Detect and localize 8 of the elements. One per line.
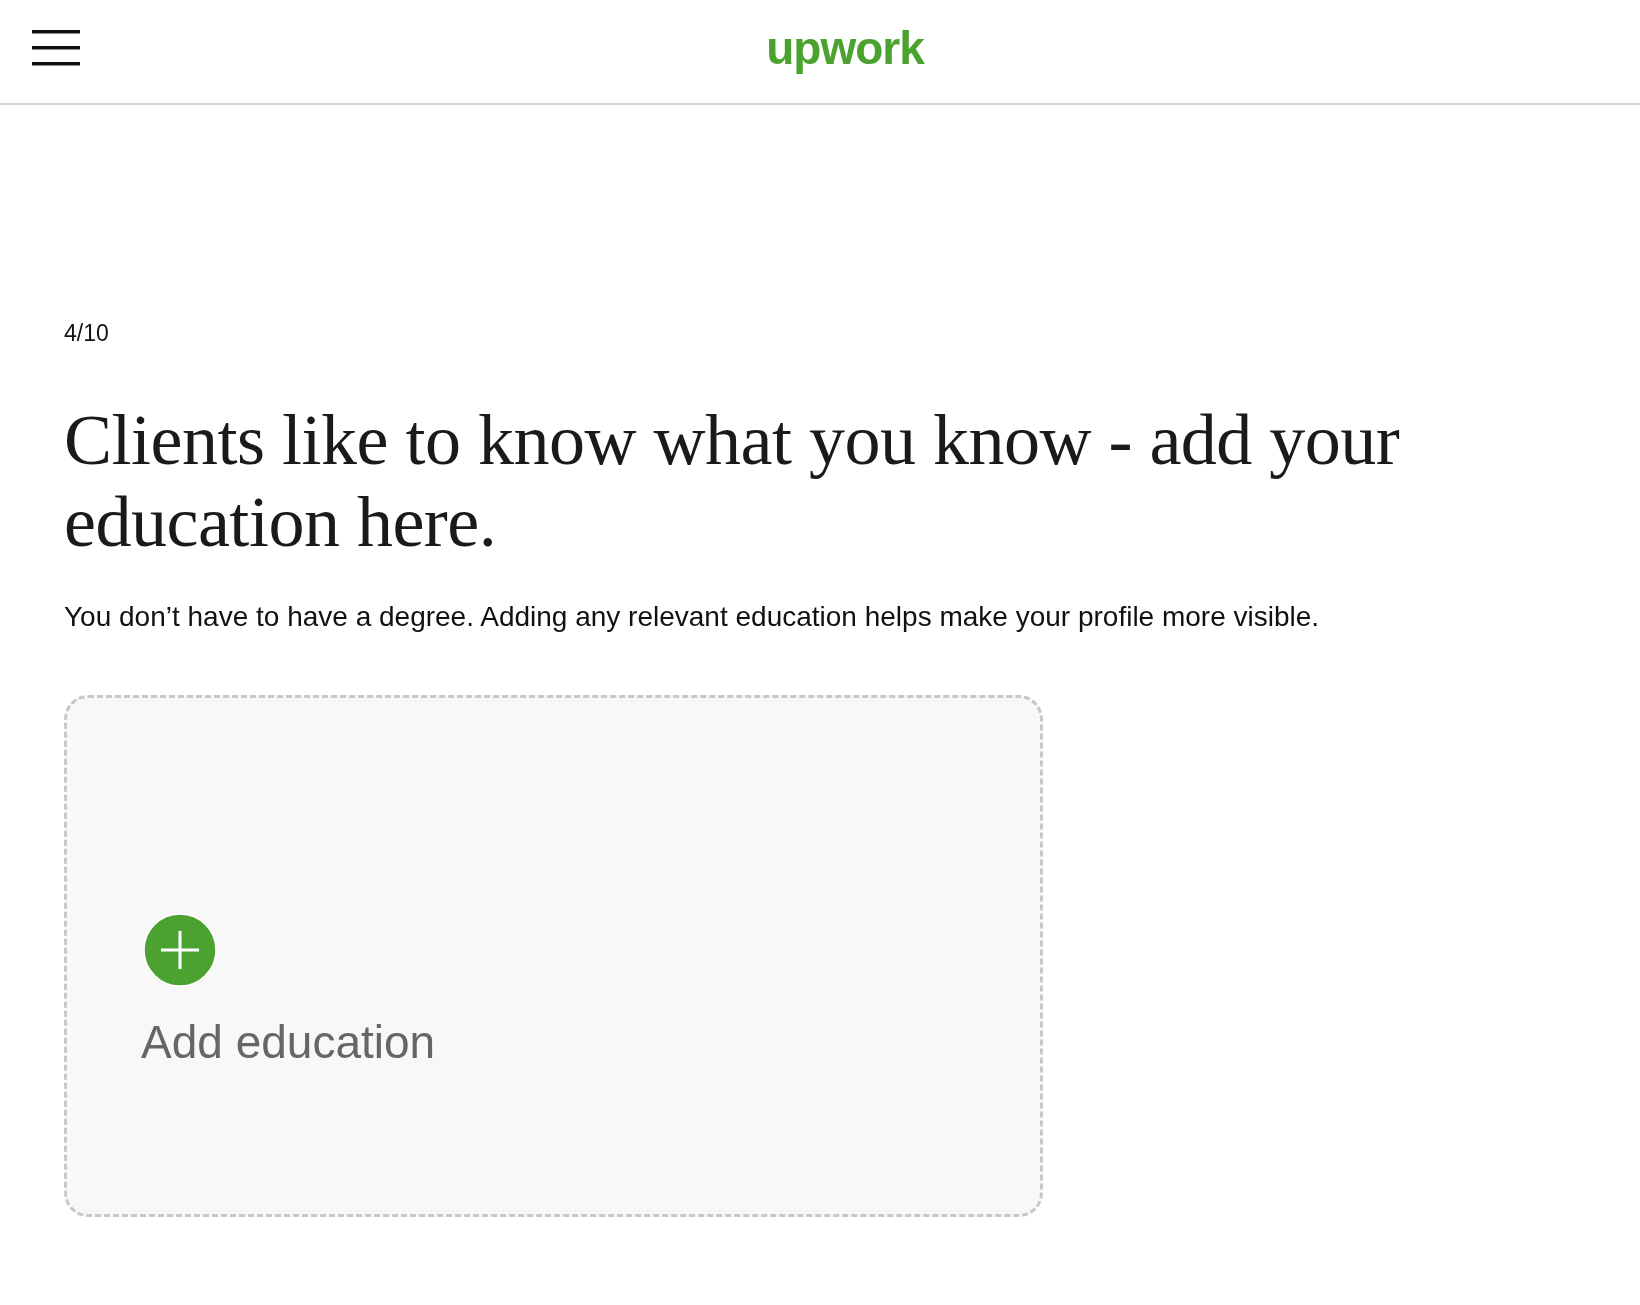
add-icon[interactable] — [143, 913, 217, 987]
menu-icon[interactable] — [32, 30, 80, 66]
add-education-card[interactable]: Add education — [64, 695, 1043, 1217]
page-description: You don’t have to have a degree. Adding any relevant education helps make your profile more visible. — [64, 601, 1321, 633]
add-education-label[interactable]: Add education — [141, 1015, 436, 1069]
logo[interactable]: upwork — [766, 20, 924, 75]
page-title: Clients like to know what you know - add your education here. — [64, 399, 1401, 563]
step-counter: 4/10 — [64, 320, 110, 347]
